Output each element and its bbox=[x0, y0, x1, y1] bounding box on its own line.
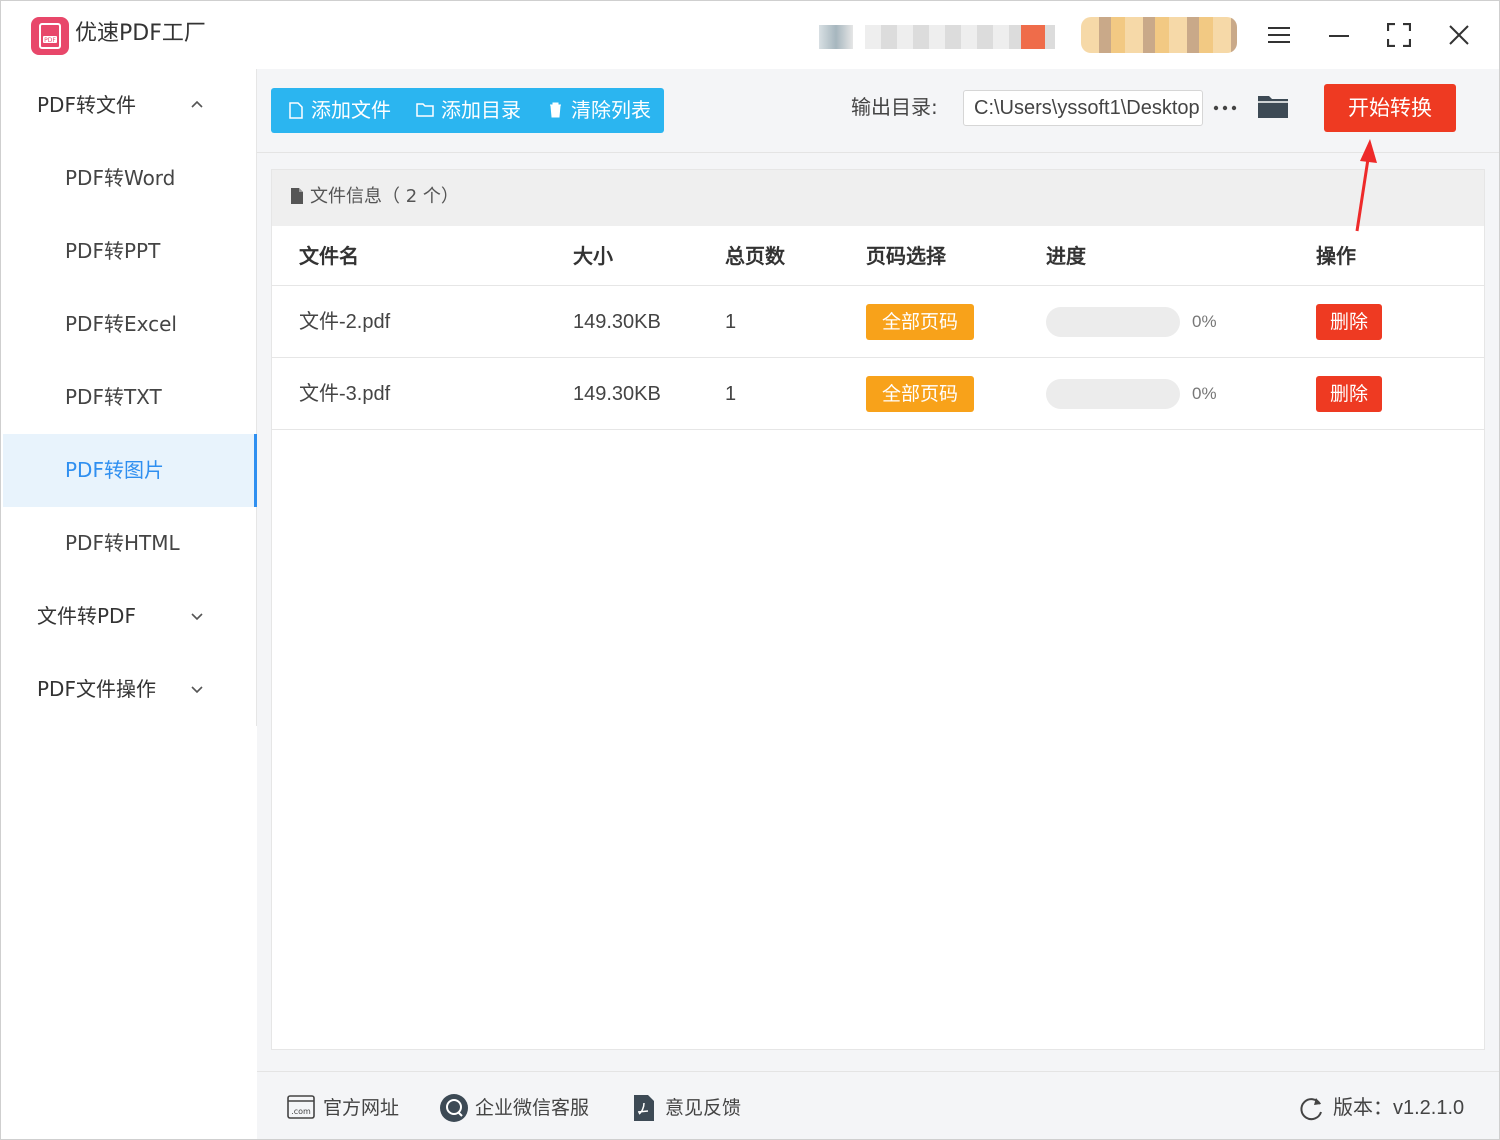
table-row: 文件-3.pdf 149.30KB 1 全部页码 0% 删除 bbox=[272, 358, 1484, 430]
refresh-icon bbox=[1300, 1098, 1322, 1121]
sidebar-item-pdf-to-excel[interactable]: PDF转Excel bbox=[3, 288, 257, 361]
progress-percent: 0% bbox=[1192, 312, 1217, 331]
official-website-label: 官方网址 bbox=[323, 1097, 400, 1119]
wechat-support-label: 企业微信客服 bbox=[475, 1097, 590, 1119]
folder-icon bbox=[1258, 96, 1288, 118]
sidebar-group-label: PDF转文件 bbox=[37, 93, 136, 117]
close-button[interactable] bbox=[1439, 17, 1479, 53]
app-window: PDF 优速PDF工厂 PDF转文件 PDF转Word PDF转PPT PDF转… bbox=[0, 0, 1500, 1140]
column-header-pages: 总页数 bbox=[725, 244, 785, 268]
sidebar-item-pdf-to-html[interactable]: PDF转HTML bbox=[3, 507, 257, 580]
sidebar-item-label: PDF转Word bbox=[65, 166, 176, 190]
sidebar-item-label: PDF转HTML bbox=[65, 531, 180, 555]
version-label: 版本：v1.2.1.0 bbox=[1333, 1097, 1465, 1119]
add-directory-label: 添加目录 bbox=[441, 98, 521, 122]
page-select-button[interactable]: 全部页码 bbox=[866, 376, 974, 412]
browse-more-button[interactable] bbox=[1213, 93, 1237, 121]
sidebar-item-label: PDF转PPT bbox=[65, 239, 161, 263]
svg-text:PDF: PDF bbox=[44, 37, 56, 44]
close-icon bbox=[1449, 25, 1469, 45]
sidebar-item-pdf-to-word[interactable]: PDF转Word bbox=[3, 142, 257, 215]
sidebar-item-label: PDF转图片 bbox=[65, 458, 164, 482]
official-website-link[interactable]: .com 官方网址 bbox=[287, 1094, 427, 1122]
version-info[interactable]: 版本：v1.2.1.0 bbox=[1299, 1094, 1479, 1122]
feedback-icon bbox=[634, 1095, 654, 1121]
redacted-avatar bbox=[819, 25, 853, 49]
hamburger-menu-icon bbox=[1268, 27, 1290, 43]
file-name: 文件-2.pdf bbox=[299, 311, 391, 333]
sidebar-item-label: PDF转TXT bbox=[65, 385, 162, 409]
wechat-support-link[interactable]: 企业微信客服 bbox=[439, 1094, 609, 1122]
sidebar-item-label: PDF转Excel bbox=[65, 312, 177, 336]
output-directory-field[interactable]: C:\Users\yssoft1\Desktop bbox=[963, 90, 1203, 126]
open-folder-button[interactable] bbox=[1257, 91, 1289, 121]
delete-button[interactable]: 删除 bbox=[1316, 304, 1382, 340]
page-count: 1 bbox=[725, 311, 737, 333]
file-info-title: 文件信息（ 2 个） bbox=[310, 186, 459, 207]
file-icon bbox=[289, 102, 303, 119]
sidebar-group-file-to-pdf[interactable]: 文件转PDF bbox=[3, 580, 257, 653]
clear-list-label: 清除列表 bbox=[571, 98, 651, 122]
sidebar-group-label: PDF文件操作 bbox=[37, 677, 156, 701]
chat-icon bbox=[440, 1094, 468, 1122]
maximize-button[interactable] bbox=[1379, 17, 1419, 53]
sidebar: PDF转文件 PDF转Word PDF转PPT PDF转Excel PDF转TX… bbox=[3, 69, 257, 726]
sidebar-item-pdf-to-txt[interactable]: PDF转TXT bbox=[3, 361, 257, 434]
add-file-button[interactable]: 添加文件 bbox=[285, 88, 405, 133]
folder-outline-icon bbox=[416, 103, 434, 117]
sidebar-group-pdf-operations[interactable]: PDF文件操作 bbox=[3, 653, 257, 726]
minimize-button[interactable] bbox=[1319, 17, 1359, 53]
column-header-page-select: 页码选择 bbox=[866, 244, 946, 268]
table-row: 文件-2.pdf 149.30KB 1 全部页码 0% 删除 bbox=[272, 286, 1484, 358]
sidebar-group-label: 文件转PDF bbox=[37, 604, 136, 628]
file-name: 文件-3.pdf bbox=[299, 383, 391, 405]
progress-bar bbox=[1046, 379, 1180, 409]
redacted-account-info bbox=[865, 25, 1055, 49]
start-convert-button[interactable]: 开始转换 bbox=[1324, 84, 1456, 132]
column-header-progress: 进度 bbox=[1046, 244, 1086, 268]
page-count: 1 bbox=[725, 383, 737, 405]
delete-button[interactable]: 删除 bbox=[1316, 376, 1382, 412]
sidebar-item-pdf-to-image[interactable]: PDF转图片 bbox=[3, 434, 257, 507]
output-directory-label: 输出目录: bbox=[851, 95, 938, 119]
sidebar-item-pdf-to-ppt[interactable]: PDF转PPT bbox=[3, 215, 257, 288]
progress-bar bbox=[1046, 307, 1180, 337]
table-header: 文件名 大小 总页数 页码选择 进度 操作 bbox=[272, 226, 1484, 286]
add-directory-button[interactable]: 添加目录 bbox=[415, 88, 535, 133]
page-select-button[interactable]: 全部页码 bbox=[866, 304, 974, 340]
footer: .com 官方网址 企业微信客服 意见反馈 版本：v1.2.1.0 bbox=[257, 1071, 1499, 1139]
app-title: 优速PDF工厂 bbox=[75, 21, 206, 46]
maximize-icon bbox=[1387, 23, 1411, 47]
chevron-down-icon bbox=[191, 613, 203, 621]
column-header-size: 大小 bbox=[573, 244, 613, 268]
ellipsis-icon bbox=[1213, 105, 1237, 111]
minimize-icon bbox=[1329, 35, 1349, 37]
file-list-panel: 文件信息（ 2 个） 文件名 大小 总页数 页码选择 进度 操作 文件-2.pd… bbox=[271, 169, 1485, 1050]
chevron-down-icon bbox=[191, 686, 203, 694]
file-size: 149.30KB bbox=[573, 383, 661, 405]
website-icon: .com bbox=[287, 1095, 315, 1119]
column-header-action: 操作 bbox=[1316, 244, 1356, 268]
pdf-logo-icon: PDF bbox=[31, 17, 69, 55]
trash-icon bbox=[550, 102, 561, 118]
file-toolbar: 添加文件 添加目录 清除列表 bbox=[271, 88, 664, 133]
column-header-name: 文件名 bbox=[299, 244, 359, 268]
redacted-badge[interactable] bbox=[1081, 17, 1237, 53]
add-file-label: 添加文件 bbox=[311, 98, 391, 122]
svg-text:.com: .com bbox=[291, 1107, 311, 1116]
document-icon bbox=[291, 188, 303, 204]
menu-button[interactable] bbox=[1259, 17, 1299, 53]
file-size: 149.30KB bbox=[573, 311, 661, 333]
clear-list-button[interactable]: 清除列表 bbox=[547, 88, 661, 133]
file-info-bar: 文件信息（ 2 个） bbox=[272, 170, 1484, 226]
feedback-link[interactable]: 意见反馈 bbox=[633, 1094, 763, 1122]
sidebar-group-pdf-to-file[interactable]: PDF转文件 bbox=[3, 69, 257, 142]
divider bbox=[257, 152, 1499, 153]
feedback-label: 意见反馈 bbox=[665, 1097, 742, 1119]
main-content: 添加文件 添加目录 清除列表 输出目录: C:\Users\yssoft1\De… bbox=[257, 69, 1499, 1139]
chevron-up-icon bbox=[191, 100, 203, 108]
title-bar: PDF 优速PDF工厂 bbox=[1, 1, 1499, 69]
progress-percent: 0% bbox=[1192, 384, 1217, 403]
